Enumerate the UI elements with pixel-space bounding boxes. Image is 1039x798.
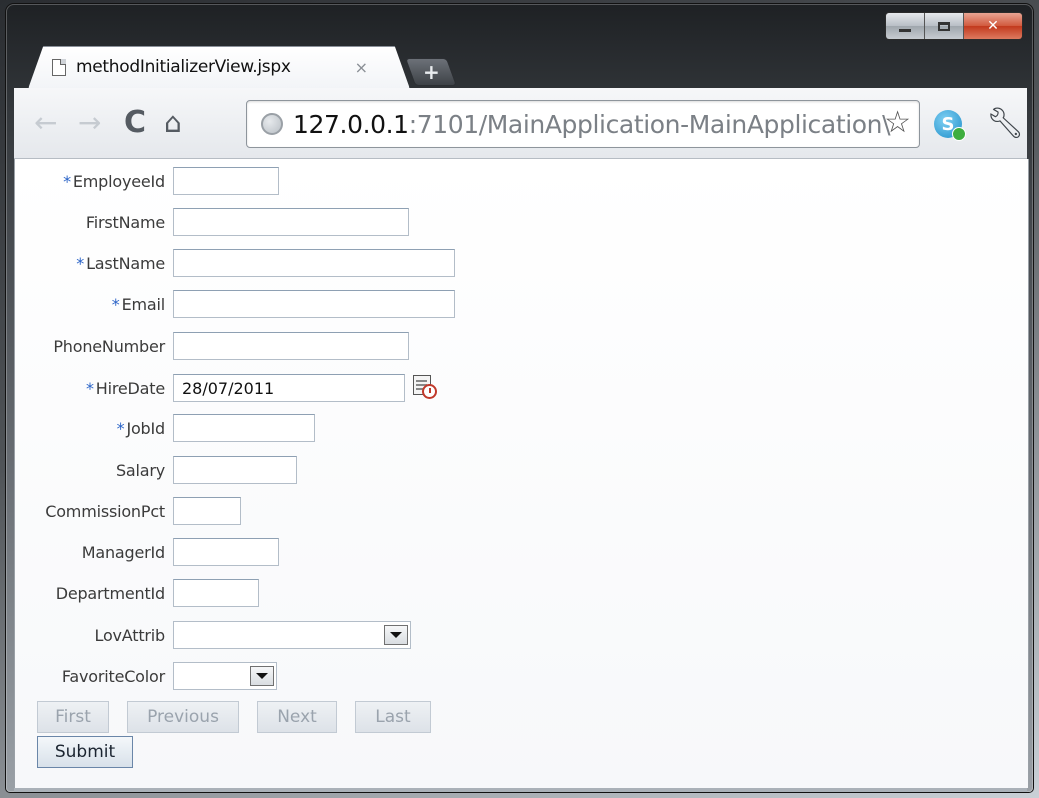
- minimize-button[interactable]: [886, 13, 925, 39]
- required-marker: *: [116, 418, 125, 438]
- label-text: FavoriteColor: [61, 666, 165, 686]
- submit-button[interactable]: Submit: [37, 736, 133, 768]
- field-label: * EmployeeId: [15, 172, 173, 191]
- department-id-field[interactable]: [173, 579, 259, 607]
- row-department-id: DepartmentId: [15, 578, 259, 608]
- minimize-icon: [899, 28, 911, 32]
- wrench-icon[interactable]: 🔧︎: [986, 106, 1024, 141]
- row-manager-id: ManagerId: [15, 537, 279, 567]
- url-path: :7101/MainApplication-MainApplication\: [408, 109, 891, 139]
- row-salary: Salary: [15, 455, 297, 485]
- field-label: DepartmentId: [15, 584, 173, 603]
- window-bottom-border: [14, 788, 1027, 792]
- required-marker: *: [63, 171, 71, 191]
- salary-field[interactable]: [173, 456, 297, 484]
- label-text: CommissionPct: [45, 501, 165, 521]
- last-name-field[interactable]: [173, 249, 455, 277]
- tab-close-icon[interactable]: ×: [355, 58, 368, 77]
- field-label: * LastName: [15, 254, 173, 273]
- window-controls: ✕: [885, 12, 1023, 40]
- dropdown-button[interactable]: [250, 666, 274, 686]
- row-first-name: FirstName: [15, 207, 409, 237]
- label-text: HireDate: [95, 378, 165, 398]
- url-host: 127.0.0.1: [293, 109, 409, 139]
- document-icon: [52, 58, 66, 76]
- label-text: PhoneNumber: [53, 336, 165, 356]
- label-text: DepartmentId: [55, 583, 165, 603]
- star-icon[interactable]: ☆: [884, 105, 911, 140]
- label-text: LovAttrib: [94, 625, 166, 645]
- row-favorite-color: FavoriteColor: [15, 661, 277, 691]
- home-icon[interactable]: ⌂: [164, 108, 182, 138]
- reload-icon[interactable]: C: [124, 108, 146, 138]
- manager-id-field[interactable]: [173, 538, 279, 566]
- phone-number-field[interactable]: [173, 332, 409, 360]
- hire-date-field[interactable]: [173, 374, 405, 402]
- first-name-field[interactable]: [173, 208, 409, 236]
- chevron-down-icon: [390, 632, 402, 638]
- required-marker: *: [111, 294, 120, 314]
- label-text: FirstName: [85, 212, 165, 232]
- field-label: Salary: [15, 461, 173, 480]
- label-text: JobId: [126, 418, 165, 438]
- field-label: FavoriteColor: [15, 667, 173, 686]
- last-button[interactable]: Last: [355, 701, 431, 733]
- field-label: * JobId: [15, 419, 173, 438]
- favorite-color-select[interactable]: [173, 662, 277, 690]
- record-navigation: First Previous Next Last: [37, 701, 431, 733]
- page-content: * EmployeeId FirstName * LastName * Email P…: [14, 159, 1029, 788]
- label-text: EmployeeId: [72, 171, 165, 191]
- tab-title: methodInitializerView.jspx: [76, 57, 291, 77]
- field-label: FirstName: [15, 213, 173, 232]
- field-label: * Email: [15, 295, 173, 314]
- back-arrow-icon[interactable]: ←: [34, 108, 57, 138]
- tab-content: methodInitializerView.jspx ×: [36, 46, 396, 88]
- chevron-down-icon: [256, 673, 268, 679]
- browser-toolbar: ← → C ⌂ 127.0.0.1:7101/MainApplication-M…: [14, 88, 1027, 159]
- row-lov-attrib: LovAttrib: [15, 620, 411, 650]
- row-email: * Email: [15, 289, 455, 319]
- forward-arrow-icon[interactable]: →: [78, 108, 101, 138]
- row-last-name: * LastName: [15, 248, 455, 278]
- email-field[interactable]: [173, 290, 455, 318]
- maximize-button[interactable]: [925, 13, 964, 39]
- close-icon: ✕: [987, 18, 999, 34]
- url-text: 127.0.0.1:7101/MainApplication-MainAppli…: [293, 109, 891, 139]
- calendar-clock-icon[interactable]: [413, 375, 439, 401]
- previous-button[interactable]: Previous: [127, 701, 239, 733]
- first-button[interactable]: First: [37, 701, 109, 733]
- row-job-id: * JobId: [15, 413, 315, 443]
- plus-icon: +: [422, 60, 440, 84]
- field-label: LovAttrib: [15, 626, 173, 645]
- dropdown-button[interactable]: [384, 625, 408, 645]
- field-label: PhoneNumber: [15, 337, 173, 356]
- label-text: Email: [121, 294, 166, 314]
- row-commission-pct: CommissionPct: [15, 496, 241, 526]
- lov-attrib-select[interactable]: [173, 621, 411, 649]
- globe-icon: [261, 113, 283, 135]
- label-text: Salary: [115, 460, 165, 480]
- field-label: CommissionPct: [15, 502, 173, 521]
- job-id-field[interactable]: [173, 414, 315, 442]
- maximize-icon: [938, 21, 950, 31]
- required-marker: *: [85, 378, 94, 398]
- commission-pct-field[interactable]: [173, 497, 241, 525]
- label-text: LastName: [86, 253, 165, 273]
- next-button[interactable]: Next: [257, 701, 337, 733]
- skype-icon[interactable]: S: [934, 110, 966, 141]
- close-window-button[interactable]: ✕: [964, 13, 1022, 39]
- clock-badge: [422, 384, 437, 399]
- row-phone-number: PhoneNumber: [15, 331, 409, 361]
- employee-id-field[interactable]: [173, 167, 279, 195]
- address-bar[interactable]: 127.0.0.1:7101/MainApplication-MainAppli…: [246, 100, 920, 148]
- required-marker: *: [76, 253, 85, 273]
- field-label: * HireDate: [15, 379, 173, 398]
- row-hire-date: * HireDate: [15, 373, 439, 403]
- row-employee-id: * EmployeeId: [15, 166, 279, 196]
- label-text: ManagerId: [81, 542, 165, 562]
- field-label: ManagerId: [15, 543, 173, 562]
